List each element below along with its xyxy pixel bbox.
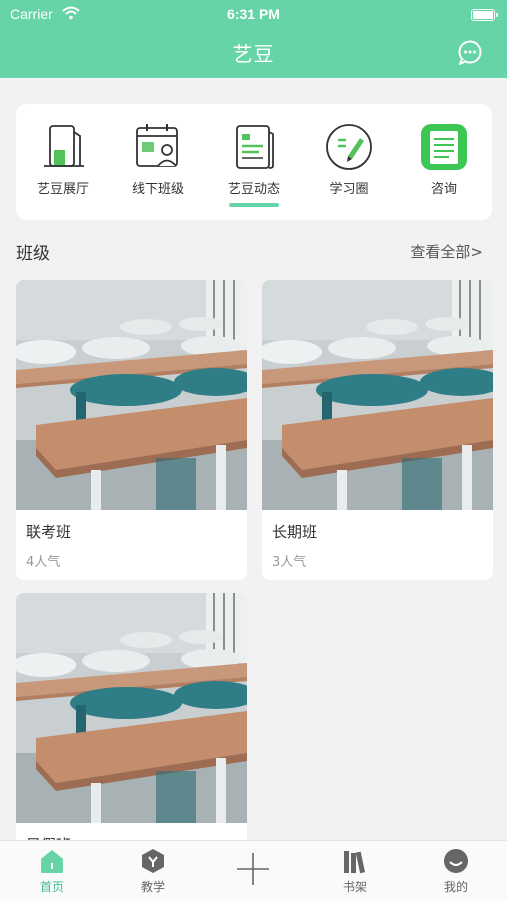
active-menu-indicator [229,203,279,207]
tab-profile[interactable]: 我的 [416,847,496,895]
tab-teaching[interactable]: 教学 [113,847,193,895]
menu-item-offline-class[interactable]: 线下班级 [111,122,205,197]
tab-home[interactable]: 首页 [12,847,92,895]
study-circle-icon [324,122,374,172]
consult-icon [419,122,469,172]
tab-add[interactable] [213,847,293,887]
tab-label: 首页 [39,880,64,894]
course-cover-image [262,280,493,510]
tab-bookshelf[interactable]: 书架 [315,847,395,895]
bookshelf-icon [341,847,369,875]
news-icon [229,122,279,172]
menu-item-consult[interactable]: 咨询 [397,122,491,197]
tab-label: 我的 [443,880,468,894]
home-icon [38,847,66,875]
menu-item-study-circle[interactable]: 学习圈 [302,122,396,197]
course-cover-image [16,593,247,823]
tab-label: 教学 [140,880,165,894]
status-bar: Carrier 6:31 PM [0,0,507,30]
status-time: 6:31 PM [227,6,280,22]
menu-label: 线下班级 [131,182,184,197]
chat-bubble-icon [458,40,482,65]
menu-label: 艺豆动态 [227,182,280,197]
tab-label: 书架 [342,880,367,894]
header-bar: Carrier 6:31 PM 艺豆 [0,0,507,78]
course-popularity: 4人气 [26,555,61,570]
gallery-icon [38,122,88,172]
offline-class-icon [133,122,183,172]
tab-bar: 首页 教学 书架 我的 [0,840,507,901]
teaching-icon [139,847,167,875]
battery-icon [471,9,498,21]
course-name: 联考班 [26,523,72,541]
course-popularity: 3人气 [272,555,307,570]
course-cover-image [16,280,247,510]
menu-label: 艺豆展厅 [36,182,89,197]
menu-label: 学习圈 [329,182,369,197]
page-title: 艺豆 [232,42,275,66]
see-all-link[interactable]: 查看全部> [410,241,483,262]
profile-icon [442,847,470,875]
menu-item-news[interactable]: 艺豆动态 [207,122,301,197]
menu-label: 咨询 [430,182,457,197]
menu-item-gallery[interactable]: 艺豆展厅 [16,122,110,197]
course-card[interactable]: 长期班 3人气 [262,280,493,580]
section-title: 班级 [16,244,50,264]
feature-menu: 艺豆展厅 线下班级 艺豆动态 学习圈 咨询 [16,104,492,220]
course-card[interactable]: 联考班 4人气 [16,280,247,580]
course-name: 长期班 [272,523,318,541]
add-icon [235,851,271,887]
message-button[interactable] [457,40,483,66]
